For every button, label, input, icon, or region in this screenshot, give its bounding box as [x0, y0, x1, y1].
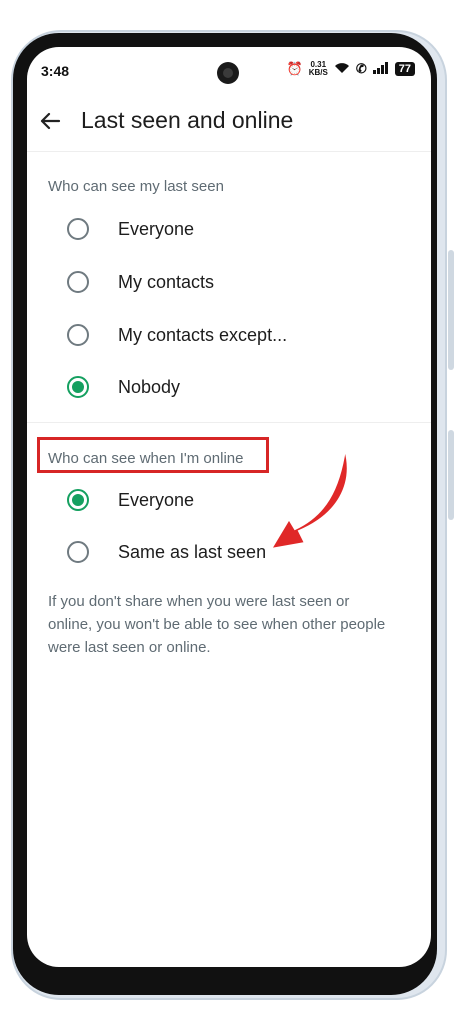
radio-button[interactable]: [67, 324, 89, 346]
radio-label: My contacts: [118, 272, 215, 292]
section-divider: [27, 422, 431, 423]
radio-option-last-seen-my-contacts[interactable]: My contacts: [27, 258, 431, 308]
front-camera: [217, 62, 239, 84]
radio-label: Everyone: [118, 490, 195, 510]
side-button: [448, 250, 454, 370]
radio-label: Nobody: [118, 377, 181, 397]
radio-button-selected[interactable]: [67, 489, 89, 511]
app-bar: Last seen and online: [27, 93, 431, 152]
network-speed-unit: KB/S: [308, 68, 328, 77]
status-icons: ⏰ 0.31 KB/S ✆ 77: [287, 61, 415, 77]
signal-icon: [372, 61, 389, 77]
back-arrow-icon[interactable]: [37, 108, 63, 134]
radio-button[interactable]: [67, 218, 89, 240]
radio-option-online-same-as-last-seen[interactable]: Same as last seen: [27, 528, 431, 578]
radio-label: Same as last seen: [118, 542, 267, 562]
radio-button[interactable]: [67, 541, 89, 563]
radio-button-selected[interactable]: [67, 376, 89, 398]
radio-option-online-everyone[interactable]: Everyone: [27, 476, 431, 526]
radio-option-last-seen-my-contacts-except[interactable]: My contacts except...: [27, 311, 431, 361]
page-title: Last seen and online: [81, 107, 294, 133]
status-time: 3:48: [41, 63, 70, 79]
last-seen-heading: Who can see my last seen: [48, 178, 224, 195]
battery-indicator: 77: [394, 62, 415, 76]
network-speed: 0.31 KB/S: [309, 61, 328, 77]
radio-button[interactable]: [67, 271, 89, 293]
navigation-bar: [27, 947, 431, 967]
online-heading: Who can see when I'm online: [48, 450, 244, 467]
status-bar: 3:48 ⏰ 0.31 KB/S ✆ 77: [27, 47, 431, 93]
phone-call-icon: ✆: [355, 61, 367, 76]
radio-option-last-seen-everyone[interactable]: Everyone: [27, 205, 431, 255]
radio-option-last-seen-nobody[interactable]: Nobody: [27, 363, 431, 413]
privacy-footnote: If you don't share when you were last se…: [48, 593, 386, 656]
annotation-arrow-icon: [269, 448, 349, 551]
side-button: [448, 430, 454, 520]
radio-label: Everyone: [118, 219, 195, 239]
wifi-icon: [334, 62, 350, 77]
radio-label: My contacts except...: [118, 325, 288, 345]
alarm-icon: ⏰: [286, 61, 303, 76]
screen: 3:48 ⏰ 0.31 KB/S ✆ 77 Last seen and onli…: [27, 47, 431, 967]
